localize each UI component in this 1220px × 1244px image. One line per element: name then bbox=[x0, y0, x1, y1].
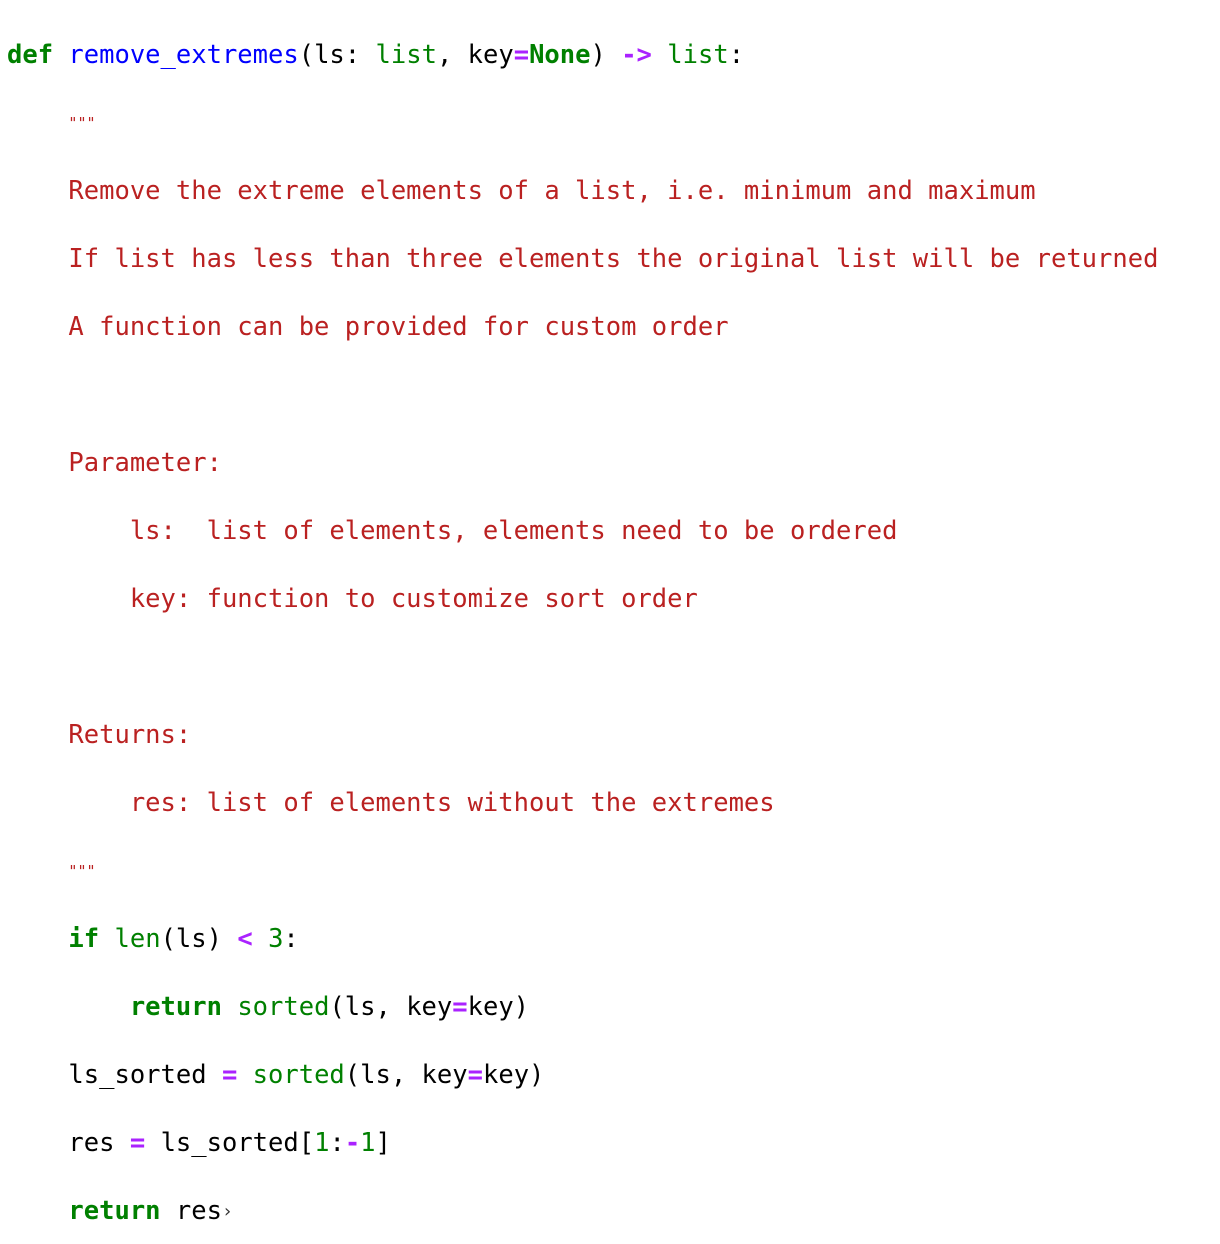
code-block: def remove_extremes(ls: list, key=None) … bbox=[7, 4, 1158, 1244]
code-line-def: def remove_extremes(ls: list, key=None) … bbox=[7, 38, 1158, 72]
close-bracket: ] bbox=[375, 1128, 391, 1158]
equals-operator: = bbox=[467, 1060, 483, 1090]
collapse-caret-icon[interactable]: › bbox=[222, 1201, 233, 1222]
if-keyword: if bbox=[68, 924, 100, 954]
code-line-res: res = ls_sorted[1:-1] bbox=[7, 1126, 1158, 1160]
docstring-line: res: list of elements without the extrem… bbox=[7, 786, 1158, 820]
equals-operator: = bbox=[452, 992, 468, 1022]
return-keyword: return bbox=[68, 1196, 161, 1226]
return-keyword: return bbox=[129, 992, 222, 1022]
docstring-text: If list has less than three elements the… bbox=[68, 244, 1159, 274]
assign-operator: = bbox=[221, 1060, 238, 1090]
code-editor[interactable]: def remove_extremes(ls: list, key=None) … bbox=[0, 0, 1220, 1226]
docstring-line: If list has less than three elements the… bbox=[7, 242, 1158, 276]
slice-colon: : bbox=[329, 1128, 345, 1158]
param-ls: ls bbox=[314, 40, 345, 70]
return-type: list bbox=[667, 40, 729, 70]
number-one: 1 bbox=[314, 1128, 330, 1158]
code-line-ls-sorted: ls_sorted = sorted(ls, key=key) bbox=[7, 1058, 1158, 1092]
param-key: , key bbox=[436, 40, 514, 70]
sorted-builtin: sorted bbox=[252, 1060, 345, 1090]
sorted-builtin: sorted bbox=[237, 992, 330, 1022]
docstring-text: A function can be provided for custom or… bbox=[68, 312, 729, 342]
sorted-args: (ls, key bbox=[344, 1060, 468, 1090]
res-variable: res bbox=[68, 1128, 115, 1158]
paren-close: ) bbox=[590, 40, 606, 70]
colon: : bbox=[344, 40, 361, 70]
colon: : bbox=[283, 924, 299, 954]
docstring-line: A function can be provided for custom or… bbox=[7, 310, 1158, 344]
docstring-text: res: list of elements without the extrem… bbox=[68, 788, 775, 818]
number-three: 3 bbox=[268, 924, 284, 954]
none-keyword: None bbox=[529, 40, 591, 70]
ls-sorted-variable: ls_sorted bbox=[68, 1060, 207, 1090]
code-line-if: if len(ls) < 3: bbox=[7, 922, 1158, 956]
docstring-line: key: function to customize sort order bbox=[7, 582, 1158, 616]
sorted-args-key: key) bbox=[482, 1060, 545, 1090]
equals-operator: = bbox=[513, 40, 530, 70]
sorted-args-key: key) bbox=[467, 992, 530, 1022]
end-colon: : bbox=[728, 40, 745, 70]
docstring-text: Remove the extreme elements of a list, i… bbox=[68, 176, 1036, 206]
arrow-operator: -> bbox=[621, 40, 652, 70]
docstring-line: Returns: bbox=[7, 718, 1158, 752]
docstring-line: Remove the extreme elements of a list, i… bbox=[7, 174, 1158, 208]
def-keyword: def bbox=[7, 40, 54, 70]
len-args: (ls) bbox=[160, 924, 222, 954]
docstring-text: Parameter: bbox=[68, 448, 222, 478]
docstring-text: ls: list of elements, elements need to b… bbox=[68, 516, 898, 546]
docstring-line-blank bbox=[7, 650, 1158, 684]
less-than-operator: < bbox=[237, 924, 253, 954]
docstring-quote-close: """ bbox=[68, 862, 96, 880]
number-one: 1 bbox=[360, 1128, 376, 1158]
code-line-docstring-close: """ bbox=[7, 854, 1158, 888]
docstring-text: Returns: bbox=[68, 720, 192, 750]
code-line-return-sorted: return sorted(ls, key=key) bbox=[7, 990, 1158, 1024]
ls-sorted-index: ls_sorted[ bbox=[160, 1128, 315, 1158]
function-name: remove_extremes bbox=[68, 40, 299, 70]
docstring-line: Parameter: bbox=[7, 446, 1158, 480]
paren-open: ( bbox=[298, 40, 315, 70]
res-variable: res bbox=[175, 1196, 222, 1226]
code-line-return-res: return res› bbox=[7, 1194, 1158, 1228]
sorted-args: (ls, key bbox=[329, 992, 453, 1022]
len-builtin: len bbox=[114, 924, 161, 954]
docstring-quote-open: """ bbox=[68, 114, 96, 132]
minus-operator: - bbox=[344, 1128, 361, 1158]
assign-operator: = bbox=[129, 1128, 146, 1158]
docstring-line: ls: list of elements, elements need to b… bbox=[7, 514, 1158, 548]
docstring-text: key: function to customize sort order bbox=[68, 584, 698, 614]
docstring-line-blank bbox=[7, 378, 1158, 412]
code-line-docstring-open: """ bbox=[7, 106, 1158, 140]
type-list: list bbox=[375, 40, 437, 70]
